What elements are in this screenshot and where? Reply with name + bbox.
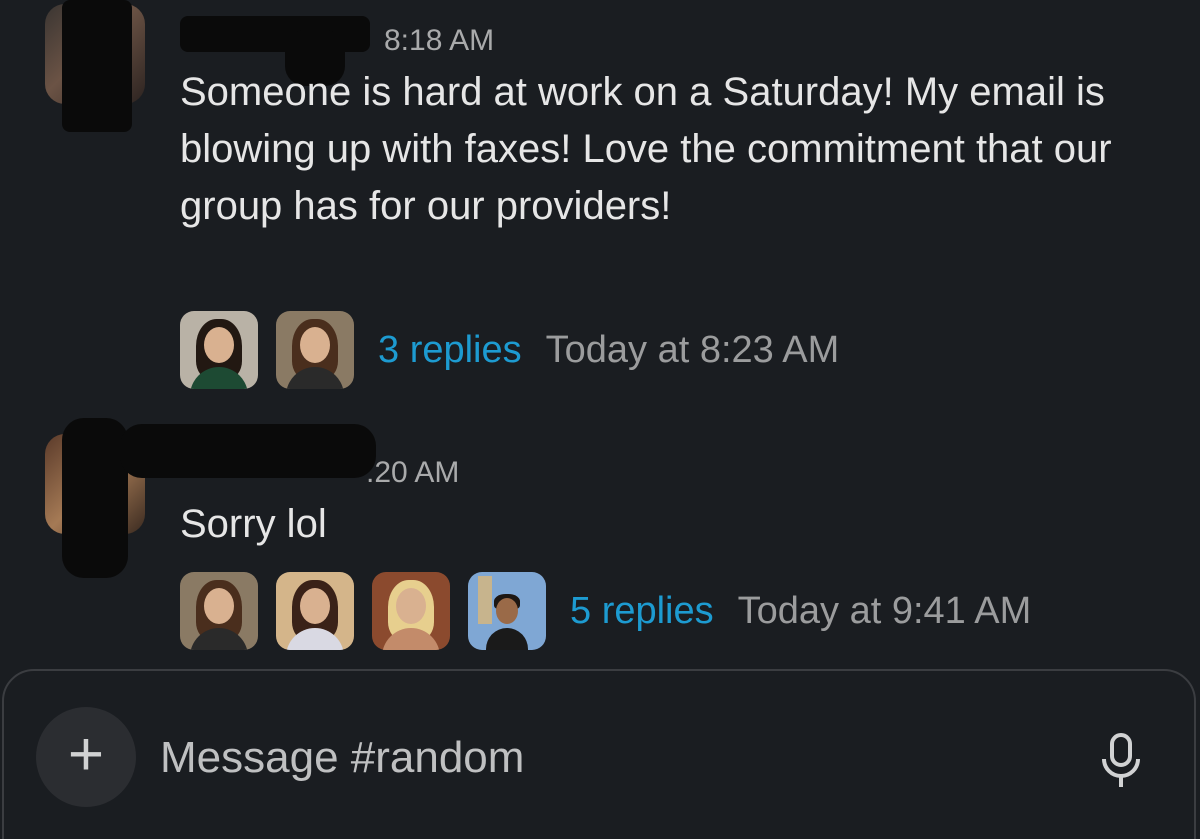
participant-avatar [180, 311, 258, 389]
redaction-mark [62, 418, 128, 578]
thread-summary[interactable]: 5 replies Today at 9:41 AM [180, 572, 1031, 650]
redaction-mark [62, 0, 132, 132]
message-timestamp[interactable]: .20 AM [366, 456, 459, 490]
thread-replies-link[interactable]: 3 replies [378, 329, 522, 372]
redaction-mark [120, 424, 376, 478]
thread-participants [180, 572, 546, 650]
message-text: Someone is hard at work on a Saturday! M… [180, 70, 1112, 228]
message-input[interactable] [158, 725, 1042, 791]
participant-avatar [276, 572, 354, 650]
participant-avatar [180, 572, 258, 650]
message-timestamp[interactable]: 8:18 AM [384, 24, 494, 58]
participant-avatar [372, 572, 450, 650]
thread-summary[interactable]: 3 replies Today at 8:23 AM [180, 311, 839, 389]
thread-replies-link[interactable]: 5 replies [570, 590, 714, 633]
plus-icon[interactable]: + [36, 707, 136, 807]
thread-last-reply-time: Today at 8:23 AM [545, 328, 840, 371]
message-composer: + [2, 669, 1196, 839]
microphone-icon[interactable] [1094, 731, 1148, 791]
participant-avatar [276, 311, 354, 389]
slack-channel-view: 8:18 AM Someone is hard at work on a Sat… [0, 0, 1200, 839]
participant-avatar [468, 572, 546, 650]
message-text: Sorry lol [180, 502, 327, 546]
thread-last-reply-time: Today at 9:41 AM [737, 589, 1032, 632]
thread-participants [180, 311, 354, 389]
